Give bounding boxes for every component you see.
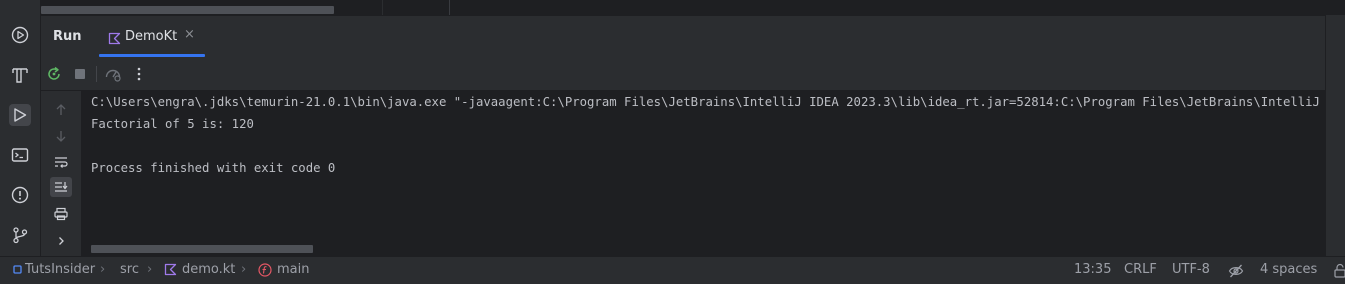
console-line: C:\Users\engra\.jdks\temurin-21.0.1\bin\… [91, 95, 1325, 109]
breadcrumb-label: TutsInsider [25, 262, 96, 277]
indent-label: 4 spaces [1260, 262, 1318, 277]
expand-icon[interactable] [50, 231, 72, 251]
editor-divider [449, 0, 450, 15]
editor-bottom-area [41, 0, 1345, 15]
breadcrumb-label: demo.kt [182, 262, 236, 277]
toolbar-separator [96, 66, 97, 82]
close-icon[interactable]: × [184, 27, 195, 42]
tool-window-title: Run [53, 29, 82, 44]
stop-icon[interactable] [71, 65, 89, 83]
scroll-down-icon[interactable] [50, 126, 72, 146]
git-icon[interactable] [9, 224, 31, 246]
scroll-to-end-icon[interactable] [50, 177, 72, 197]
kotlin-file-icon [108, 30, 121, 49]
caret-position-label: 13:35 [1074, 262, 1112, 277]
lock-icon[interactable] [1334, 263, 1345, 279]
console-horizontal-scrollbar[interactable] [91, 245, 313, 253]
console-output[interactable]: C:\Users\engra\.jdks\temurin-21.0.1\bin\… [81, 91, 1325, 256]
console-line: Process finished with exit code 0 [91, 161, 336, 175]
soft-wrap-icon[interactable] [50, 152, 72, 172]
console-line: Factorial of 5 is: 120 [91, 117, 254, 131]
indent-settings[interactable]: 4 spaces [1260, 262, 1317, 277]
breadcrumb-project[interactable]: TutsInsider [13, 262, 95, 277]
run-tool-window-header: Run DemoKt × [41, 15, 1325, 57]
breadcrumb-src[interactable]: src [120, 262, 139, 277]
run-dashboard-icon[interactable] [9, 24, 31, 46]
console-actions-gutter [41, 91, 81, 256]
scroll-up-icon[interactable] [50, 100, 72, 120]
line-separator[interactable]: CRLF [1124, 262, 1157, 277]
run-icon[interactable] [9, 104, 31, 126]
rerun-icon[interactable] [45, 65, 63, 83]
breadcrumb-file[interactable]: demo.kt [164, 262, 235, 277]
status-bar: TutsInsider › src › demo.kt › main 13:35… [0, 256, 1345, 284]
kotlin-file-icon [164, 263, 177, 276]
project-icon [13, 265, 22, 274]
breadcrumb-separator: › [241, 262, 247, 277]
readonly-toggle-icon[interactable] [1228, 263, 1244, 279]
run-tab-demokt[interactable]: DemoKt × [99, 16, 205, 58]
editor-divider [382, 0, 383, 15]
problems-icon[interactable] [9, 184, 31, 206]
terminal-icon[interactable] [9, 144, 31, 166]
breadcrumb-label: main [277, 262, 310, 277]
breadcrumb-function[interactable]: main [258, 262, 309, 277]
function-icon [258, 262, 272, 277]
print-icon[interactable] [50, 204, 72, 224]
left-tool-strip [0, 0, 41, 256]
file-encoding[interactable]: UTF-8 [1172, 262, 1210, 277]
run-toolbar [41, 57, 1325, 91]
editor-horizontal-scrollbar[interactable] [41, 6, 334, 14]
line-separator-label: CRLF [1124, 262, 1157, 277]
tab-label: DemoKt [125, 29, 178, 44]
caret-position[interactable]: 13:35 [1074, 262, 1111, 277]
more-options-icon[interactable] [130, 65, 148, 83]
file-encoding-label: UTF-8 [1172, 262, 1210, 277]
build-icon[interactable] [9, 64, 31, 86]
breadcrumb-separator: › [147, 262, 153, 277]
profile-icon[interactable] [104, 65, 122, 83]
right-tool-strip [1325, 15, 1345, 256]
breadcrumb-label: src [120, 262, 139, 277]
breadcrumb-separator: › [100, 262, 106, 277]
